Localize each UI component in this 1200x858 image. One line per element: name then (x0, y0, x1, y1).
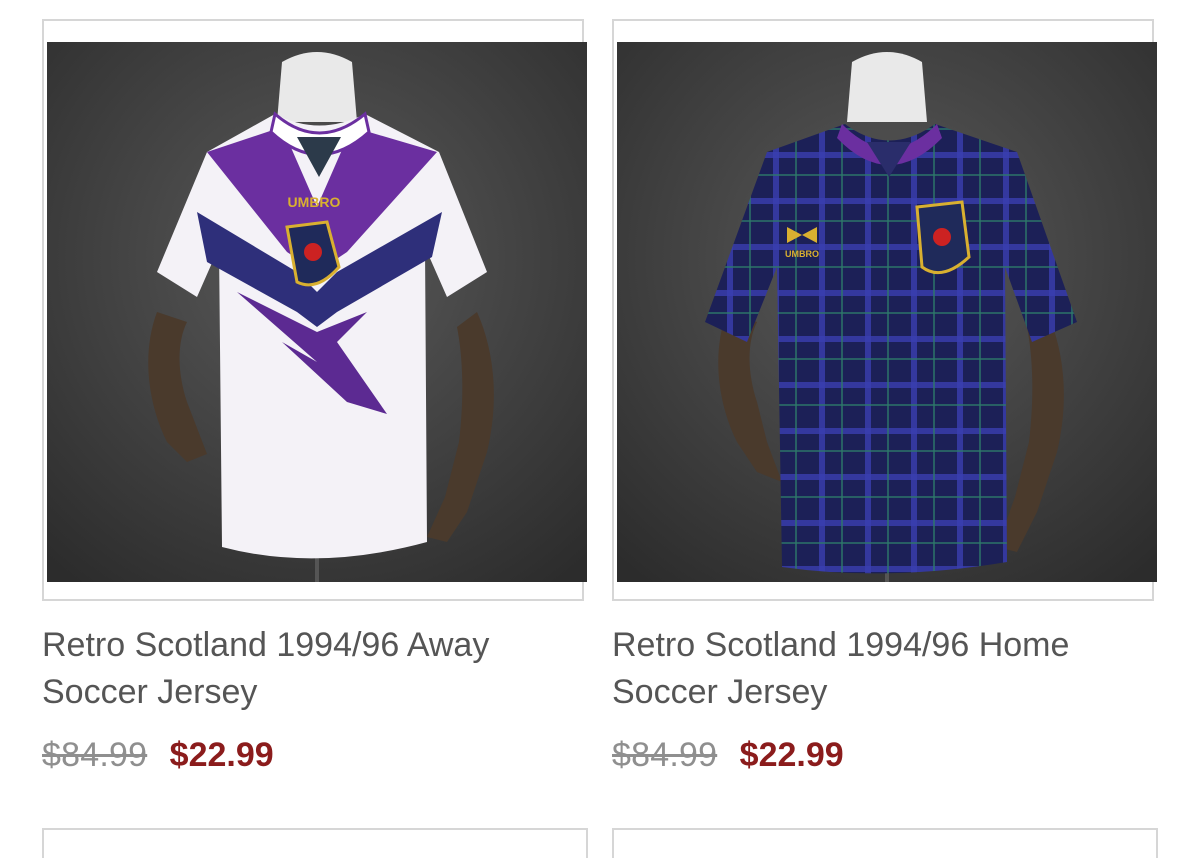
home-jersey-photo-icon[interactable]: UMBRO (617, 42, 1157, 582)
product-title-away[interactable]: Retro Scotland 1994/96 Away Soccer Jerse… (42, 622, 562, 716)
product-image-frame[interactable]: UMBRO (612, 19, 1157, 601)
next-product-card[interactable] (42, 828, 588, 858)
sale-price: $22.99 (169, 736, 274, 774)
product-title-line1: Retro Scotland 1994/96 Home (612, 626, 1070, 664)
sale-price: $22.99 (739, 736, 844, 774)
original-price: $84.99 (42, 736, 148, 774)
svg-text:UMBRO: UMBRO (785, 249, 819, 259)
price-row: $84.99 $22.99 (612, 736, 844, 780)
product-title-home[interactable]: Retro Scotland 1994/96 Home Soccer Jerse… (612, 622, 1132, 716)
product-title-line2: Soccer Jersey (42, 673, 258, 711)
svg-text:UMBRO: UMBRO (288, 194, 341, 210)
away-jersey-photo-icon[interactable]: UMBRO (47, 42, 587, 582)
product-title-line2: Soccer Jersey (612, 673, 828, 711)
next-product-card[interactable] (612, 828, 1158, 858)
original-price: $84.99 (612, 736, 718, 774)
price-row: $84.99 $22.99 (42, 736, 274, 780)
product-title-line1: Retro Scotland 1994/96 Away (42, 626, 490, 664)
product-image-frame[interactable]: UMBRO (42, 19, 587, 601)
